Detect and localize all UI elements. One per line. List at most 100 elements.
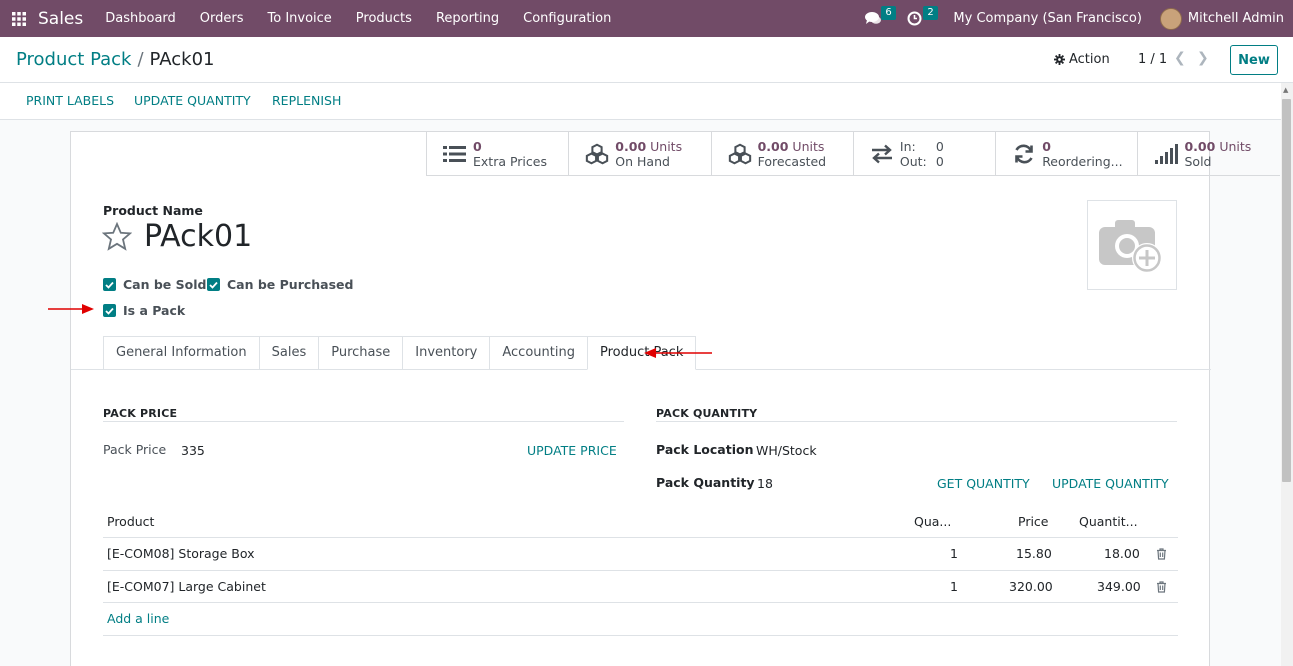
product-name-field[interactable]: PAck01 — [144, 219, 252, 254]
messages-button[interactable]: 6 — [859, 0, 901, 37]
add-line-link[interactable]: Add a line — [107, 611, 169, 626]
in-value: 0 — [935, 139, 944, 154]
can-be-sold-label: Can be Sold — [123, 277, 207, 292]
row-qty[interactable]: 1 — [950, 579, 958, 594]
column-product[interactable]: Product — [107, 514, 154, 529]
menu-to-invoice[interactable]: To Invoice — [256, 0, 344, 37]
sold-value: 0.00 — [1184, 139, 1216, 154]
tab-sales[interactable]: Sales — [258, 336, 319, 370]
tab-purchase[interactable]: Purchase — [318, 336, 403, 370]
activities-count-badge: 2 — [923, 6, 938, 20]
annotation-arrow-icon — [644, 348, 712, 358]
form-sheet: 0 Extra Prices 0.00 Units On Hand 0.00 U… — [70, 131, 1280, 666]
extra-prices-button[interactable]: 0 Extra Prices — [426, 132, 569, 176]
pack-location-value[interactable]: WH/Stock — [756, 443, 817, 458]
user-menu[interactable]: Mitchell Admin — [1188, 11, 1284, 26]
section-divider — [656, 421, 1177, 422]
trash-icon[interactable] — [1156, 581, 1167, 593]
row-product[interactable]: [E-COM08] Storage Box — [107, 546, 255, 561]
menu-dashboard[interactable]: Dashboard — [93, 0, 188, 37]
tab-inventory[interactable]: Inventory — [402, 336, 490, 370]
can-be-sold-checkbox[interactable]: Can be Sold — [103, 277, 206, 292]
menu-configuration[interactable]: Configuration — [511, 0, 623, 37]
menu-reporting[interactable]: Reporting — [424, 0, 511, 37]
table-add-row: Add a line — [103, 603, 1178, 636]
scroll-up-arrow-icon[interactable]: ▲ — [1283, 86, 1288, 94]
in-out-button[interactable]: In: 0 Out: 0 — [852, 132, 996, 176]
checkbox-check-icon — [103, 278, 116, 291]
product-image-upload[interactable] — [1087, 200, 1177, 290]
update-quantity-button[interactable]: UPDATE QUANTITY — [134, 93, 251, 108]
pack-price-section-title: PACK PRICE — [103, 407, 178, 420]
apps-menu-icon[interactable] — [0, 0, 38, 37]
update-pack-quantity-button[interactable]: UPDATE QUANTITY — [1052, 476, 1169, 491]
column-quantity[interactable]: Quantit... — [1079, 514, 1138, 529]
row-quantity[interactable]: 18.00 — [1104, 546, 1140, 561]
breadcrumb-separator: / — [137, 49, 144, 70]
sold-label: Sold — [1184, 154, 1212, 169]
pack-location-label: Pack Location — [656, 442, 754, 457]
top-navbar: Sales Dashboard Orders To Invoice Produc… — [0, 0, 1293, 37]
is-a-pack-label: Is a Pack — [123, 303, 186, 318]
action-menu-button[interactable]: Action — [1054, 52, 1110, 67]
get-quantity-button[interactable]: GET QUANTITY — [937, 476, 1030, 491]
forecasted-label: Forecasted — [757, 154, 827, 169]
extra-prices-label: Extra Prices — [473, 154, 547, 169]
table-row[interactable]: [E-COM08] Storage Box 1 15.80 18.00 — [103, 538, 1178, 571]
sold-unit: Units — [1219, 139, 1252, 154]
row-product[interactable]: [E-COM07] Large Cabinet — [107, 579, 266, 594]
avatar[interactable] — [1159, 7, 1182, 30]
breadcrumb-current: PAck01 — [149, 49, 215, 70]
chevron-left-icon[interactable]: ❮ — [1174, 50, 1186, 66]
row-price[interactable]: 320.00 — [1009, 579, 1053, 594]
row-qty[interactable]: 1 — [950, 546, 958, 561]
tab-general-information[interactable]: General Information — [103, 336, 259, 370]
checkbox-check-icon — [207, 278, 220, 291]
table-row[interactable]: [E-COM07] Large Cabinet 1 320.00 349.00 — [103, 571, 1178, 603]
forecasted-unit: Units — [792, 139, 825, 154]
signal-icon — [1155, 144, 1179, 164]
action-label: Action — [1069, 52, 1110, 67]
smart-buttons: 0 Extra Prices 0.00 Units On Hand 0.00 U… — [426, 132, 1280, 176]
on-hand-button[interactable]: 0.00 Units On Hand — [568, 132, 711, 176]
app-name[interactable]: Sales — [38, 9, 83, 29]
in-label: In: — [899, 139, 916, 154]
menu-orders[interactable]: Orders — [188, 0, 256, 37]
update-price-button[interactable]: UPDATE PRICE — [527, 443, 617, 458]
row-price[interactable]: 15.80 — [1016, 546, 1052, 561]
breadcrumb-parent[interactable]: Product Pack — [16, 49, 131, 70]
company-switcher[interactable]: My Company (San Francisco) — [953, 11, 1141, 26]
pager-value[interactable]: 1 / 1 — [1138, 52, 1167, 67]
cubes-icon — [586, 143, 609, 165]
reordering-button[interactable]: 0 Reordering... — [995, 132, 1138, 176]
can-be-purchased-checkbox[interactable]: Can be Purchased — [207, 277, 353, 292]
out-value: 0 — [935, 154, 944, 169]
on-hand-value: 0.00 — [615, 139, 647, 154]
column-qty[interactable]: Qua... — [914, 514, 951, 529]
replenish-button[interactable]: REPLENISH — [272, 93, 341, 108]
clock-icon — [907, 11, 922, 26]
menu-products[interactable]: Products — [344, 0, 424, 37]
on-hand-label: On Hand — [615, 154, 670, 169]
tab-accounting[interactable]: Accounting — [489, 336, 587, 370]
checkbox-check-icon — [103, 304, 116, 317]
can-be-purchased-label: Can be Purchased — [227, 277, 354, 292]
forecasted-button[interactable]: 0.00 Units Forecasted — [710, 132, 853, 176]
print-labels-button[interactable]: PRINT LABELS — [26, 93, 114, 108]
column-price[interactable]: Price — [1018, 514, 1049, 529]
sold-button[interactable]: 0.00 Units Sold — [1137, 132, 1280, 176]
new-button[interactable]: New — [1230, 45, 1278, 75]
is-a-pack-checkbox[interactable]: Is a Pack — [103, 303, 185, 318]
favorite-star-icon[interactable] — [102, 222, 132, 251]
activities-button[interactable]: 2 — [901, 0, 943, 37]
scrollbar-thumb[interactable] — [1282, 99, 1291, 482]
exchange-icon — [871, 144, 892, 164]
notebook-tabs: General Information Sales Purchase Inven… — [103, 336, 697, 370]
annotation-arrow-icon — [48, 304, 94, 314]
list-icon — [443, 146, 466, 162]
pack-price-value[interactable]: 335 — [181, 443, 205, 458]
trash-icon[interactable] — [1156, 548, 1167, 560]
pack-quantity-value[interactable]: 18 — [757, 476, 773, 491]
row-quantity[interactable]: 349.00 — [1097, 579, 1141, 594]
chevron-right-icon[interactable]: ❯ — [1197, 50, 1209, 66]
